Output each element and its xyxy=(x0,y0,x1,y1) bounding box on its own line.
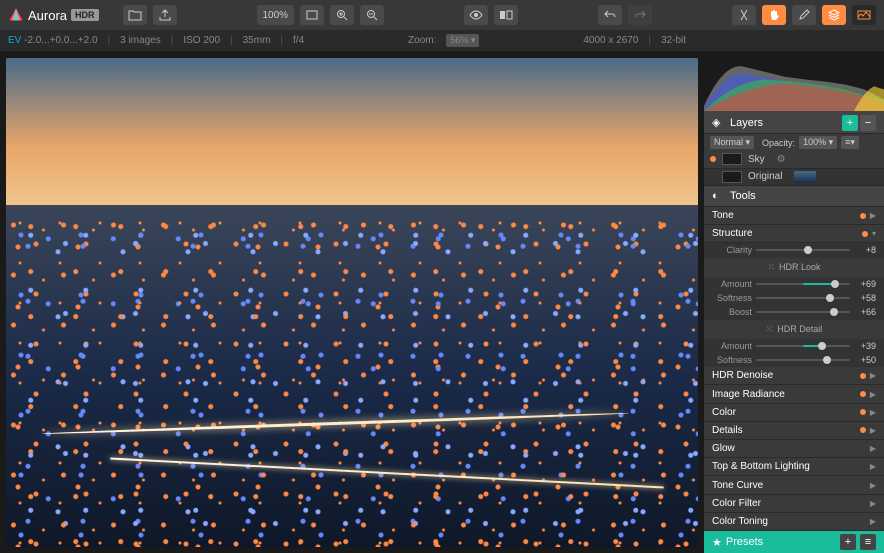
open-file-button[interactable] xyxy=(123,5,147,25)
compare-button[interactable] xyxy=(494,5,518,25)
aurora-logo-icon xyxy=(8,7,24,23)
info-bar: EV -2.0...+0.0...+2.0 | 3 images | ISO 2… xyxy=(0,30,884,52)
color-toning-section[interactable]: Color Toning▶ xyxy=(704,513,884,531)
zoom-label: Zoom: xyxy=(408,35,436,46)
clarity-slider-row: Clarity +8 xyxy=(704,243,884,257)
zoom-out-button[interactable] xyxy=(360,5,384,25)
layers-header: ◈ Layers + − xyxy=(704,112,884,134)
add-preset-button[interactable]: + xyxy=(840,534,856,550)
bit-depth: 32-bit xyxy=(661,35,686,46)
ev-label: EV xyxy=(8,35,21,46)
top-bottom-lighting-section[interactable]: Top & Bottom Lighting▶ xyxy=(704,458,884,476)
layer-menu-button[interactable]: ≡▾ xyxy=(841,136,859,149)
add-layer-button[interactable]: + xyxy=(842,115,858,131)
hdr-look-amount-slider[interactable] xyxy=(756,283,850,285)
undo-button[interactable] xyxy=(598,5,622,25)
structure-section[interactable]: Structure▾ xyxy=(704,225,884,243)
hand-tool-button[interactable] xyxy=(762,5,786,25)
canvas-area[interactable] xyxy=(0,52,704,553)
focal-length: 35mm xyxy=(243,35,271,46)
layers-toggle-button[interactable] xyxy=(822,5,846,25)
histogram[interactable] xyxy=(704,52,884,112)
clarity-slider[interactable] xyxy=(756,249,850,251)
tone-curve-section[interactable]: Tone Curve▶ xyxy=(704,476,884,494)
side-panel: ◈ Layers + − Normal ▾ Opacity: 100% ▾ ≡▾… xyxy=(704,52,884,553)
hdr-denoise-section[interactable]: HDR Denoise▶ xyxy=(704,367,884,385)
aperture: f/4 xyxy=(293,35,304,46)
crop-button[interactable] xyxy=(732,5,756,25)
opacity-select[interactable]: 100% ▾ xyxy=(799,136,837,149)
zoom-in-button[interactable] xyxy=(330,5,354,25)
presets-bar[interactable]: ★ Presets + ≡ xyxy=(704,531,884,553)
fit-screen-button[interactable] xyxy=(300,5,324,25)
redo-button[interactable] xyxy=(628,5,652,25)
zoom-100-button[interactable]: 100% xyxy=(257,5,295,25)
image-count: 3 images xyxy=(120,35,161,46)
color-filter-section[interactable]: Color Filter▶ xyxy=(704,495,884,513)
preview-image xyxy=(6,58,698,547)
tone-section[interactable]: Tone▶ xyxy=(704,207,884,225)
hdr-detail-softness-slider[interactable] xyxy=(756,359,850,361)
layer-mask-thumb xyxy=(722,153,742,165)
tools-header: ◐ Tools xyxy=(704,186,884,207)
histogram-toggle-button[interactable] xyxy=(852,5,876,25)
hdr-look-subheader: ⁙HDR Look xyxy=(704,258,884,277)
layer-mask-thumb xyxy=(722,171,742,183)
remove-layer-button[interactable]: − xyxy=(860,115,876,131)
zoom-select[interactable]: 56% ▾ xyxy=(446,34,479,47)
color-section[interactable]: Color▶ xyxy=(704,404,884,422)
image-radiance-section[interactable]: Image Radiance▶ xyxy=(704,385,884,403)
ev-value: -2.0...+0.0...+2.0 xyxy=(24,35,97,46)
hdr-detail-amount-slider[interactable] xyxy=(756,345,850,347)
glow-section[interactable]: Glow▶ xyxy=(704,440,884,458)
details-section[interactable]: Details▶ xyxy=(704,422,884,440)
hdr-badge: HDR xyxy=(71,9,99,21)
layer-preview-thumb xyxy=(794,171,816,183)
export-button[interactable] xyxy=(153,5,177,25)
star-icon: ★ xyxy=(712,536,722,549)
layer-item-original[interactable]: Original xyxy=(704,169,884,186)
layer-item-sky[interactable]: Sky ⚙ xyxy=(704,151,884,168)
iso-value: ISO 200 xyxy=(183,35,220,46)
hdr-detail-subheader: ⁙HDR Detail xyxy=(704,320,884,339)
opacity-label: Opacity: xyxy=(762,138,795,148)
layer-settings-icon[interactable]: ⚙ xyxy=(777,154,786,165)
app-name: Aurora xyxy=(28,8,67,23)
hdr-look-softness-slider[interactable] xyxy=(756,297,850,299)
preset-menu-button[interactable]: ≡ xyxy=(860,534,876,550)
hdr-look-boost-slider[interactable] xyxy=(756,311,850,313)
layers-icon: ◈ xyxy=(712,116,726,129)
brush-tool-button[interactable] xyxy=(792,5,816,25)
layer-options-row: Normal ▾ Opacity: 100% ▾ ≡▾ xyxy=(704,134,884,151)
preview-button[interactable] xyxy=(464,5,488,25)
tools-icon: ◐ xyxy=(712,190,726,202)
layer-visibility-icon[interactable] xyxy=(710,156,716,162)
layer-name: Original xyxy=(748,171,782,182)
layer-name: Sky xyxy=(748,154,765,165)
top-toolbar: Aurora HDR 100% xyxy=(0,0,884,30)
blend-mode-select[interactable]: Normal ▾ xyxy=(710,136,754,149)
app-logo: Aurora HDR xyxy=(8,7,99,23)
dimensions: 4000 x 2670 xyxy=(583,35,638,46)
